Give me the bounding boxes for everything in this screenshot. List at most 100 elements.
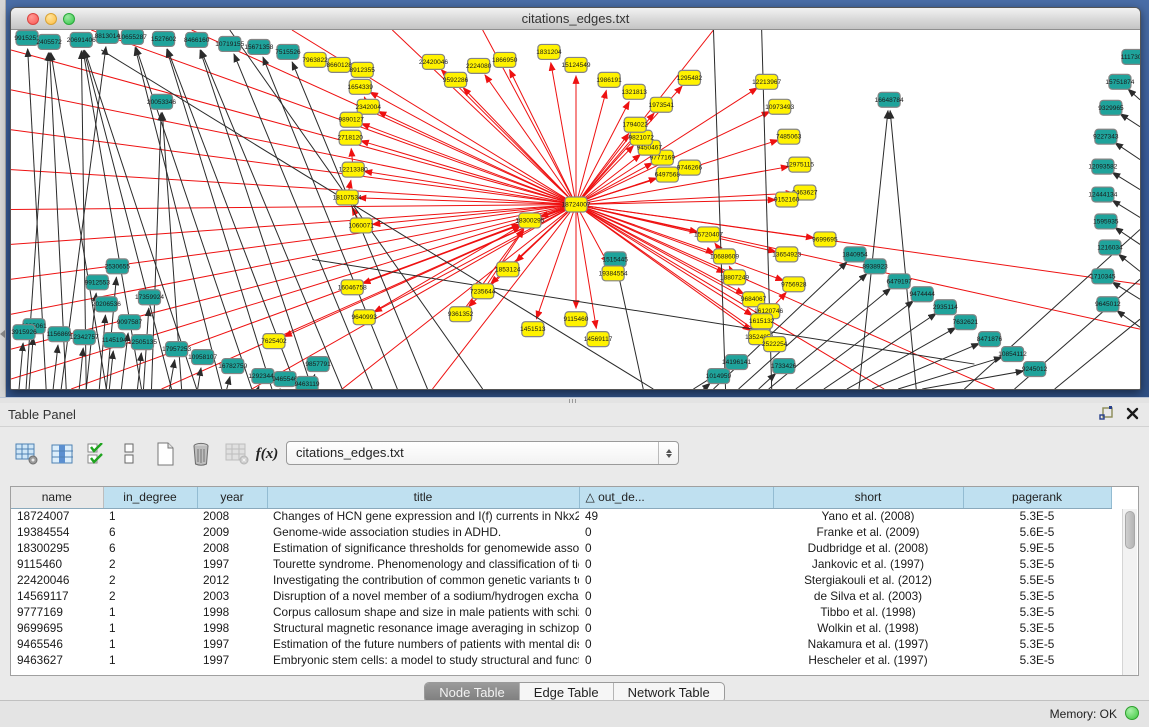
graph-node[interactable]: 9890127	[339, 112, 365, 127]
graph-node[interactable]: 8912355	[350, 62, 376, 77]
col-header-title[interactable]: title	[267, 487, 579, 508]
col-header-pagerank[interactable]: pagerank	[963, 487, 1111, 508]
graph-node[interactable]: 20206536	[92, 297, 121, 312]
graph-node[interactable]: 9463119	[295, 377, 320, 389]
table-row[interactable]: 977716911998Corpus callosum shape and si…	[11, 604, 1111, 620]
graph-node[interactable]: 6479197	[886, 274, 912, 289]
graph-node[interactable]: 7515526	[275, 44, 301, 59]
graph-node[interactable]: 2718120	[338, 130, 364, 145]
graph-node[interactable]: 1986191	[596, 72, 622, 87]
graph-node[interactable]: 1733426	[771, 359, 797, 374]
table-row[interactable]: 1938455462009Genome-wide association stu…	[11, 524, 1111, 540]
graph-node[interactable]: 7625402	[261, 334, 287, 349]
scrollbar-thumb[interactable]	[1125, 511, 1135, 549]
table-row[interactable]: 911546021997Tourette syndrome. Phenomeno…	[11, 556, 1111, 572]
graph-node[interactable]: 2522254	[762, 337, 788, 352]
graph-node[interactable]: 20691406	[67, 32, 96, 47]
network-window-titlebar[interactable]: citations_edges.txt	[11, 8, 1140, 30]
graph-node[interactable]: 15720407	[694, 227, 723, 242]
graph-node[interactable]: 9640993	[352, 310, 378, 325]
graph-node[interactable]: 9329965	[1098, 100, 1124, 115]
graph-node[interactable]: 7235644	[470, 284, 496, 299]
col-header-name[interactable]: name	[11, 487, 103, 508]
graph-node[interactable]: 15124549	[561, 57, 590, 72]
graph-node[interactable]: 1145194	[102, 333, 127, 348]
select-rows-icon[interactable]	[82, 437, 112, 471]
graph-node[interactable]: 9746266	[677, 160, 703, 175]
graph-node[interactable]: 2530655	[105, 259, 131, 274]
split-collapse-strip[interactable]	[0, 0, 6, 397]
table-row[interactable]: 1830029562008Estimation of significance …	[11, 540, 1111, 556]
graph-node[interactable]: 8660128	[326, 57, 352, 72]
combo-stepper-icon[interactable]	[658, 442, 678, 464]
col-header-in-degree[interactable]: in_degree	[103, 487, 197, 508]
graph-node[interactable]: 12505135	[128, 335, 157, 350]
graph-node[interactable]: 3915926	[11, 325, 37, 340]
graph-node[interactable]: 9227343	[1093, 129, 1119, 144]
graph-node[interactable]: 10655287	[118, 30, 147, 44]
graph-node[interactable]: 9756928	[781, 277, 807, 292]
function-builder-icon[interactable]: f(x)	[252, 437, 282, 471]
table-row[interactable]: 946362711997Embryonic stem cells: a mode…	[11, 652, 1111, 668]
table-row[interactable]: 1456911722003Disruption of a novel membe…	[11, 588, 1111, 604]
col-header-out-degree[interactable]: △ out_de...	[579, 487, 773, 508]
graph-node[interactable]: 1216034	[1097, 240, 1123, 255]
row-height-icon[interactable]	[114, 437, 144, 471]
graph-node[interactable]: 8938923	[862, 259, 888, 274]
table-row[interactable]: 2242004622012Investigating the contribut…	[11, 572, 1111, 588]
graph-node[interactable]: 18300295	[515, 213, 544, 228]
graph-node[interactable]: 14196141	[722, 355, 751, 370]
graph-node[interactable]: 9097587	[117, 315, 143, 330]
graph-node[interactable]: 1654339	[348, 79, 374, 94]
table-source-select[interactable]: citations_edges.txt	[286, 441, 679, 465]
graph-node[interactable]: 7963822	[302, 52, 328, 67]
graph-node[interactable]: 12213967	[752, 74, 781, 89]
network-canvas[interactable]: 9915251240557220691406881301410655287152…	[11, 30, 1140, 389]
graph-node[interactable]: 9699695	[812, 232, 838, 247]
graph-node[interactable]: 10854112	[998, 347, 1027, 362]
delete-table-icon[interactable]	[222, 437, 252, 471]
graph-node[interactable]: 1831204	[536, 44, 562, 59]
graph-node[interactable]: 12093582	[1088, 159, 1117, 174]
graph-node[interactable]: 18724007	[561, 197, 590, 212]
graph-node[interactable]: 18107534	[333, 190, 362, 205]
close-panel-icon[interactable]	[1126, 407, 1139, 420]
graph-node[interactable]: 1615132	[749, 314, 775, 329]
create-column-icon[interactable]	[150, 437, 180, 471]
graph-node[interactable]: 19384554	[599, 266, 628, 281]
graph-node[interactable]: 9361352	[448, 307, 474, 322]
graph-node[interactable]: 2224080	[466, 58, 492, 73]
graph-node[interactable]: 22420046	[419, 54, 448, 69]
graph-node[interactable]: 9857791	[305, 357, 331, 372]
graph-node[interactable]: 9152160	[774, 192, 800, 207]
graph-node[interactable]: 1866950	[492, 52, 518, 67]
graph-node[interactable]: 1710345	[1090, 269, 1116, 284]
graph-node[interactable]: 1451513	[520, 322, 546, 337]
col-header-short[interactable]: short	[773, 487, 963, 508]
graph-node[interactable]: 16648784	[875, 92, 904, 107]
graph-node[interactable]: 1973541	[649, 97, 675, 112]
graph-node[interactable]: 15671358	[244, 39, 273, 54]
graph-node[interactable]: 9115460	[564, 312, 589, 327]
graph-node[interactable]: 12342757	[70, 330, 99, 345]
graph-node[interactable]: 9912553	[85, 275, 111, 290]
graph-node[interactable]: 2935114	[933, 300, 958, 315]
graph-node[interactable]: 7485063	[776, 129, 802, 144]
graph-node[interactable]: 9645012	[1095, 297, 1121, 312]
delete-column-icon[interactable]	[186, 437, 216, 471]
table-vertical-scrollbar[interactable]	[1122, 509, 1137, 675]
graph-node[interactable]: 1515445	[602, 252, 628, 267]
graph-node[interactable]: 12975115	[786, 157, 815, 172]
graph-node[interactable]: 14569117	[584, 332, 613, 347]
graph-node[interactable]: 10688609	[710, 249, 739, 264]
graph-node[interactable]: 17957253	[162, 342, 191, 357]
graph-node[interactable]: 20053346	[147, 94, 176, 109]
graph-node[interactable]: 9592286	[443, 72, 469, 87]
table-row[interactable]: 1872400712008Changes of HCN gene express…	[11, 508, 1111, 524]
graph-node[interactable]: 1014959	[706, 369, 732, 384]
graph-node[interactable]: 10719155	[215, 36, 244, 51]
graph-node[interactable]: 9474444	[910, 287, 936, 302]
graph-node[interactable]: 12213380	[339, 162, 368, 177]
graph-node[interactable]: 1527602	[151, 31, 177, 46]
graph-node[interactable]: 1295482	[677, 70, 703, 85]
